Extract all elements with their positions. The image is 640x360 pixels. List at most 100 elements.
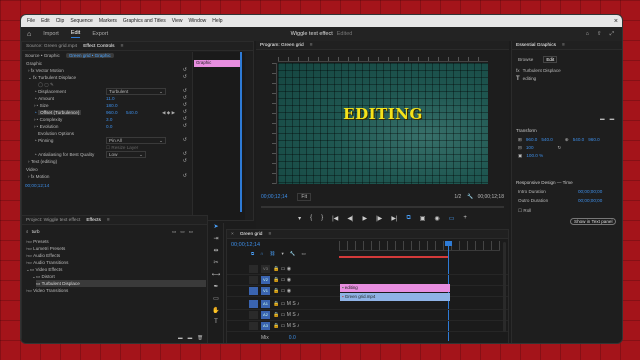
sync-icon[interactable]: ▭ xyxy=(281,301,286,307)
panel-menu-icon[interactable]: ≡ xyxy=(562,43,565,48)
home-icon[interactable]: ⌂ xyxy=(27,31,31,38)
offset-y-value[interactable]: 540.0 xyxy=(126,109,138,116)
tab-edit[interactable]: Edit xyxy=(70,30,81,38)
sync-icon[interactable]: ▭ xyxy=(281,288,286,294)
playhead-handle[interactable] xyxy=(445,241,452,246)
lock-icon[interactable]: 🔒 xyxy=(273,301,279,307)
tab-essential-graphics[interactable]: Essential Graphics xyxy=(516,43,556,48)
source-patch[interactable] xyxy=(249,322,258,330)
tab-program[interactable]: Program: Green grid xyxy=(260,43,304,48)
menu-sequence[interactable]: Sequence xyxy=(70,18,93,24)
go-to-out-icon[interactable]: ▶| xyxy=(391,215,397,225)
mark-in-icon[interactable]: { xyxy=(310,215,312,225)
overwrite-icon[interactable]: ▣ xyxy=(420,215,426,225)
reset-icon[interactable]: ↺ xyxy=(183,109,187,115)
mix-value[interactable]: 0.0 xyxy=(289,335,296,341)
displacement-select[interactable]: Turbulent ⌄ xyxy=(106,88,166,95)
egp-anchor-y[interactable]: 960.0 xyxy=(588,137,600,142)
clip-green-grid[interactable]: ▪ Green grid.mp4 xyxy=(340,293,450,301)
tab-effects[interactable]: Effects xyxy=(86,218,101,223)
size-value[interactable]: 180.0 xyxy=(106,102,118,109)
sync-icon[interactable]: ▭ xyxy=(281,266,286,272)
eye-icon[interactable]: ◉ xyxy=(287,266,291,272)
egp-layer-text[interactable]: Tediting xyxy=(516,75,536,82)
ripple-edit-tool-icon[interactable]: ⇹ xyxy=(209,247,223,259)
source-patch[interactable] xyxy=(249,311,258,319)
timeline-timecode[interactable]: 00;00;12;14 xyxy=(231,241,260,248)
timeline-scrollbar[interactable] xyxy=(503,242,506,332)
32bit-filter-icon[interactable]: ▭ xyxy=(180,229,184,235)
tree-video-transitions[interactable]: ›▭ Video Transitions xyxy=(26,287,68,294)
quick-export-icon[interactable]: ⇧ xyxy=(597,31,602,38)
panel-menu-icon[interactable]: ≡ xyxy=(310,43,313,48)
tree-audio-effects[interactable]: ›▭ Audio Effects xyxy=(26,252,60,259)
menu-edit[interactable]: Edit xyxy=(41,18,50,24)
menu-file[interactable]: File xyxy=(27,18,35,24)
ec-sequence-chip[interactable]: Green grid • Graphic xyxy=(65,53,114,58)
video-canvas[interactable]: EDITING xyxy=(278,63,488,184)
rectangle-tool-icon[interactable]: ▭ xyxy=(209,295,223,307)
track-label-v3[interactable]: V3 xyxy=(261,265,270,273)
panel-menu-icon[interactable]: ≡ xyxy=(121,44,124,49)
source-patch[interactable] xyxy=(249,276,258,284)
clip-editing-graphic[interactable]: ▪ editing xyxy=(340,284,450,292)
reset-icon[interactable]: ↺ xyxy=(183,102,187,108)
lock-icon[interactable]: 🔒 xyxy=(273,266,279,272)
scale-select[interactable]: 1/2 xyxy=(454,194,461,200)
reset-icon[interactable]: ↺ xyxy=(183,116,187,122)
reset-icon[interactable]: ↺ xyxy=(183,158,187,164)
track-label-a3[interactable]: A3 xyxy=(261,322,270,330)
amount-value[interactable]: 11.0 xyxy=(106,95,115,102)
new-folder-icon[interactable]: ▬ xyxy=(610,116,615,121)
pinning-select[interactable]: Pin All ⌄ xyxy=(106,137,166,144)
track-label-a1[interactable]: A1 xyxy=(261,300,270,308)
captions-icon[interactable]: ▭ xyxy=(301,251,305,257)
egp-opacity-value[interactable]: 100.0 % xyxy=(526,153,543,158)
sync-icon[interactable]: ▭ xyxy=(281,277,286,283)
fit-select[interactable]: Fit xyxy=(297,193,311,201)
tree-presets[interactable]: ›▭ Presets xyxy=(26,238,49,245)
ec-evolution-options[interactable]: Evolution Options xyxy=(38,130,74,137)
pen-tool-icon[interactable]: ✒ xyxy=(209,283,223,295)
yuv-filter-icon[interactable]: ▭ xyxy=(189,229,193,235)
add-marker-icon[interactable]: ▾ xyxy=(281,251,283,257)
resize-layer-checkbox[interactable]: ☐ Resize Layer xyxy=(106,144,138,151)
add-button-icon[interactable]: + xyxy=(463,215,467,225)
tree-video-effects[interactable]: ⌄▭ Video Effects xyxy=(26,266,62,273)
menu-markers[interactable]: Markers xyxy=(99,18,117,24)
reset-icon[interactable]: ↺ xyxy=(183,74,187,80)
sync-icon[interactable]: ▭ xyxy=(281,312,286,318)
linked-select-icon[interactable]: ⛓ xyxy=(270,251,276,257)
trash-icon[interactable]: 🗑 xyxy=(197,335,203,341)
antialias-select[interactable]: Low ⌄ xyxy=(106,151,146,158)
ec-graphic-clip[interactable]: Graphic xyxy=(194,60,242,67)
step-forward-icon[interactable]: |▶ xyxy=(376,215,382,225)
egp-outro-value[interactable]: 00;00;00;00 xyxy=(578,197,602,204)
egp-pos-x[interactable]: 960.0 xyxy=(526,137,538,142)
tab-egp-edit[interactable]: Edit xyxy=(543,56,558,63)
egp-anchor-x[interactable]: 540.0 xyxy=(573,137,585,142)
track-label-v1[interactable]: V1 xyxy=(261,287,270,295)
mute-icon[interactable]: M xyxy=(287,301,291,307)
reset-icon[interactable]: ↺ xyxy=(183,137,187,143)
eye-icon[interactable]: ◉ xyxy=(287,288,291,294)
menu-graphics[interactable]: Graphics and Titles xyxy=(123,18,166,24)
panel-menu-icon[interactable]: ≡ xyxy=(107,218,110,223)
reset-icon[interactable]: ↺ xyxy=(183,123,187,129)
solo-icon[interactable]: S xyxy=(292,301,295,307)
workspaces-icon[interactable]: ⌂ xyxy=(586,31,589,38)
tree-turbulent-displace[interactable]: ▭ Turbulent Displace xyxy=(36,280,206,287)
selection-tool-icon[interactable]: ➤ xyxy=(209,223,223,235)
reset-icon[interactable]: ↺ xyxy=(183,173,187,179)
ec-motion-row[interactable]: › fx Motion xyxy=(28,173,49,180)
razor-tool-icon[interactable]: ✂ xyxy=(209,259,223,271)
menu-help[interactable]: Help xyxy=(212,18,222,24)
mute-icon[interactable]: M xyxy=(287,323,291,329)
accelerated-filter-icon[interactable]: ▭ xyxy=(172,229,176,235)
new-layer-icon[interactable]: ▬ xyxy=(600,116,605,121)
tree-distort[interactable]: ⌄▭ Distort xyxy=(32,273,55,280)
tree-lumetri[interactable]: ›▭ Lumetri Presets xyxy=(26,245,65,252)
eye-icon[interactable]: ◉ xyxy=(287,277,291,283)
tab-effect-controls[interactable]: Effect Controls xyxy=(83,44,114,49)
wrench-icon[interactable]: 🔧 xyxy=(467,194,473,200)
